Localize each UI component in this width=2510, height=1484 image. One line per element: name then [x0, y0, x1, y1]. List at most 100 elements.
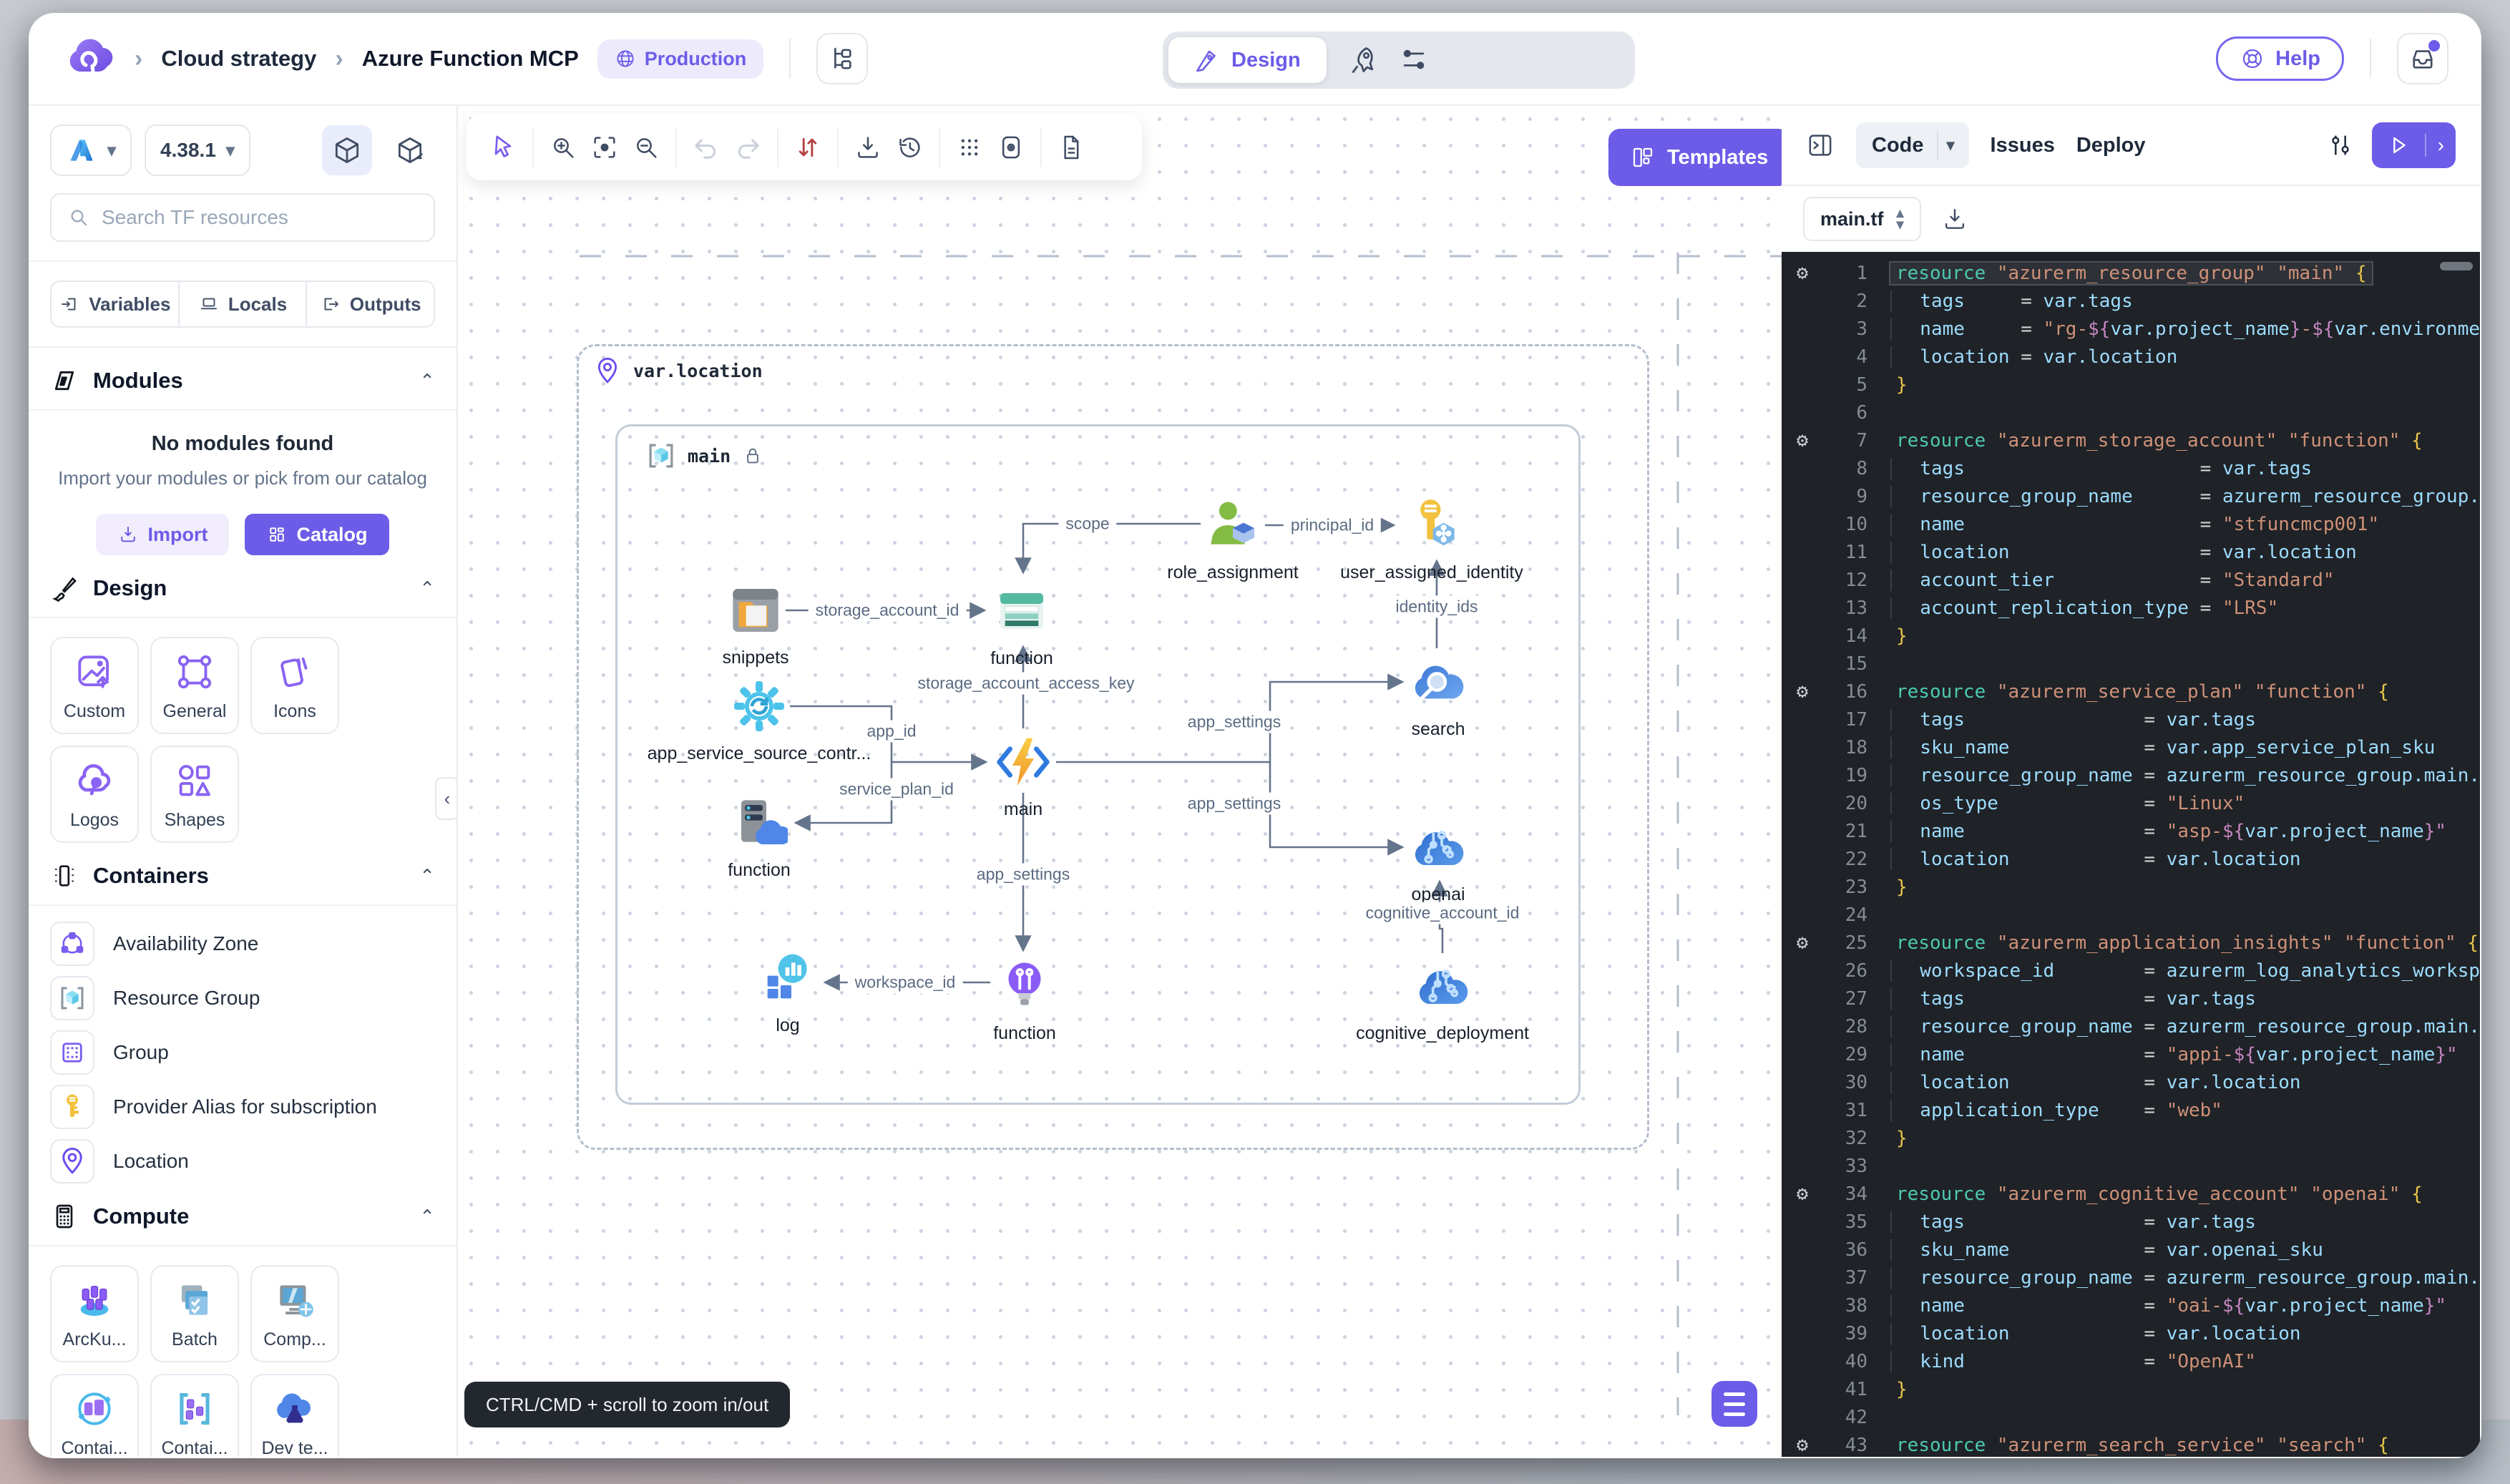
code-line-34[interactable]: ⚙34resource "azurerm_cognitive_account" …: [1782, 1180, 2480, 1208]
node-role-assignment[interactable]: role_assignment: [1176, 497, 1290, 583]
container-item-resource-group[interactable]: Resource Group: [50, 976, 435, 1020]
chevron-down-icon[interactable]: ▾: [1937, 130, 1963, 160]
code-line-8[interactable]: 8 tags = var.tags: [1782, 454, 2480, 482]
code-line-12[interactable]: 12 account_tier = "Standard": [1782, 566, 2480, 594]
node-function-insights[interactable]: function: [967, 957, 1082, 1044]
code-line-15[interactable]: 15: [1782, 650, 2480, 678]
app-logo-icon[interactable]: [64, 33, 116, 84]
design-tile-shapes[interactable]: Shapes: [150, 746, 239, 843]
toolbar-zoomout-icon[interactable]: [625, 127, 667, 168]
code-line-26[interactable]: 26 workspace_id = azurerm_log_analytics_…: [1782, 957, 2480, 985]
code-line-21[interactable]: 21 name = "asp-${var.project_name}": [1782, 817, 2480, 845]
code-line-4[interactable]: 4 location = var.location: [1782, 343, 2480, 371]
sidebar-tab-variables[interactable]: Variables: [52, 282, 180, 326]
environment-badge[interactable]: Production: [597, 39, 764, 79]
download-icon[interactable]: [1941, 205, 1968, 233]
code-line-31[interactable]: 31 application_type = "web": [1782, 1096, 2480, 1124]
node-function-storage[interactable]: function: [965, 582, 1079, 669]
compute-tile-arcku[interactable]: ArcKu...: [50, 1265, 139, 1362]
design-tile-logos[interactable]: Logos: [50, 746, 139, 843]
compute-tile-batch[interactable]: Batch: [150, 1265, 239, 1362]
toolbar-zoomin-icon[interactable]: [542, 127, 584, 168]
catalog-button[interactable]: Catalog: [245, 514, 389, 555]
code-line-37[interactable]: 37 resource_group_name = azurerm_resourc…: [1782, 1264, 2480, 1292]
tab-code[interactable]: Code ▾: [1856, 122, 1969, 168]
breadcrumb-project[interactable]: Cloud strategy: [161, 46, 316, 72]
node-log[interactable]: log: [731, 950, 845, 1036]
container-item-group[interactable]: Group: [50, 1030, 435, 1075]
node-snippets[interactable]: snippets: [698, 582, 813, 668]
code-line-41[interactable]: 41}: [1782, 1375, 2480, 1403]
panel-collapse-icon[interactable]: [1806, 131, 1835, 160]
node-main[interactable]: main: [966, 733, 1080, 820]
gear-icon[interactable]: ⚙: [1782, 680, 1823, 703]
toolbar-sort-icon[interactable]: [787, 127, 829, 168]
node-search[interactable]: search: [1381, 653, 1495, 740]
code-line-25[interactable]: ⚙25resource "azurerm_application_insight…: [1782, 929, 2480, 957]
compute-tile-comp[interactable]: Comp...: [250, 1265, 339, 1362]
design-tile-icons[interactable]: Icons: [250, 637, 339, 734]
toolbar-redo-icon[interactable]: [727, 127, 768, 168]
code-line-9[interactable]: 9 resource_group_name = azurerm_resource…: [1782, 482, 2480, 510]
node-cognitive-deployment[interactable]: cognitive_deployment: [1385, 957, 1500, 1044]
code-line-13[interactable]: 13 account_replication_type = "LRS": [1782, 594, 2480, 622]
gear-icon[interactable]: ⚙: [1782, 932, 1823, 954]
chevron-up-icon[interactable]: ⌃: [419, 370, 435, 392]
code-line-19[interactable]: 19 resource_group_name = azurerm_resourc…: [1782, 761, 2480, 789]
code-line-18[interactable]: 18 sku_name = var.app_service_plan_sku: [1782, 733, 2480, 761]
code-line-2[interactable]: 2 tags = var.tags: [1782, 287, 2480, 315]
code-line-29[interactable]: 29 name = "appi-${var.project_name}": [1782, 1040, 2480, 1068]
run-chevron-icon[interactable]: ›: [2425, 134, 2456, 157]
chevron-up-icon[interactable]: ⌃: [419, 865, 435, 887]
toolbar-history-icon[interactable]: [889, 127, 930, 168]
code-line-7[interactable]: ⚙7resource "azurerm_storage_account" "fu…: [1782, 426, 2480, 454]
code-editor[interactable]: ⚙1resource "azurerm_resource_group" "mai…: [1782, 252, 2480, 1457]
code-line-14[interactable]: 14}: [1782, 622, 2480, 650]
sidebar-tab-outputs[interactable]: Outputs: [307, 282, 434, 326]
code-line-32[interactable]: 32}: [1782, 1124, 2480, 1152]
toolbar-focus-icon[interactable]: [584, 127, 625, 168]
gear-icon[interactable]: ⚙: [1782, 1434, 1823, 1456]
scrollbar-thumb[interactable]: [2440, 262, 2473, 270]
module-cube-button[interactable]: [322, 125, 372, 175]
container-item-provider-alias-for-subscription[interactable]: Provider Alias for subscription: [50, 1085, 435, 1129]
code-line-16[interactable]: ⚙16resource "azurerm_service_plan" "func…: [1782, 678, 2480, 706]
module-import-cube-button[interactable]: [385, 125, 435, 175]
version-select[interactable]: 4.38.1 ▾: [145, 125, 250, 176]
file-select[interactable]: main.tf ▴▾: [1803, 197, 1921, 241]
code-line-11[interactable]: 11 location = var.location: [1782, 538, 2480, 566]
diagram-canvas[interactable]: Templates var.location main snippetsfu: [458, 106, 1782, 1457]
toolbar-undo-icon[interactable]: [685, 127, 727, 168]
tab-issues[interactable]: Issues: [1991, 134, 2055, 157]
code-line-35[interactable]: 35 tags = var.tags: [1782, 1208, 2480, 1236]
gear-icon[interactable]: ⚙: [1782, 1183, 1823, 1205]
code-line-22[interactable]: 22 location = var.location: [1782, 845, 2480, 873]
compute-tile-contai[interactable]: Contai...: [150, 1374, 239, 1457]
toolbar-doc-icon[interactable]: [1050, 127, 1092, 168]
code-line-36[interactable]: 36 sku_name = var.openai_sku: [1782, 1236, 2480, 1264]
node-app-service-source-control[interactable]: app_service_source_contr...: [702, 678, 816, 764]
branch-button[interactable]: [816, 33, 868, 84]
tab-design[interactable]: Design: [1168, 37, 1327, 83]
toolbar-download-icon[interactable]: [847, 127, 889, 168]
code-line-20[interactable]: 20 os_type = "Linux": [1782, 789, 2480, 817]
gear-icon[interactable]: ⚙: [1782, 429, 1823, 451]
node-user-assigned-identity[interactable]: user_assigned_identity: [1374, 497, 1489, 583]
code-line-28[interactable]: 28 resource_group_name = azurerm_resourc…: [1782, 1012, 2480, 1040]
canvas-menu-button[interactable]: [1711, 1381, 1757, 1427]
toolbar-cursor-icon[interactable]: [482, 127, 524, 168]
code-line-24[interactable]: 24: [1782, 901, 2480, 929]
design-tile-general[interactable]: General: [150, 637, 239, 734]
code-line-5[interactable]: 5}: [1782, 371, 2480, 399]
design-tile-custom[interactable]: Custom: [50, 637, 139, 734]
tab-deploy[interactable]: Deploy: [2076, 134, 2146, 157]
sidebar-collapse-handle[interactable]: ‹: [435, 777, 458, 820]
node-openai[interactable]: openai: [1381, 819, 1495, 905]
container-item-availability-zone[interactable]: Availability Zone: [50, 922, 435, 966]
code-line-1[interactable]: ⚙1resource "azurerm_resource_group" "mai…: [1782, 259, 2480, 287]
container-item-location[interactable]: Location: [50, 1139, 435, 1183]
code-line-30[interactable]: 30 location = var.location: [1782, 1068, 2480, 1096]
code-line-17[interactable]: 17 tags = var.tags: [1782, 706, 2480, 733]
breadcrumb-architecture[interactable]: Azure Function MCP: [362, 46, 579, 72]
settings-sliders-icon[interactable]: [1398, 44, 1430, 76]
